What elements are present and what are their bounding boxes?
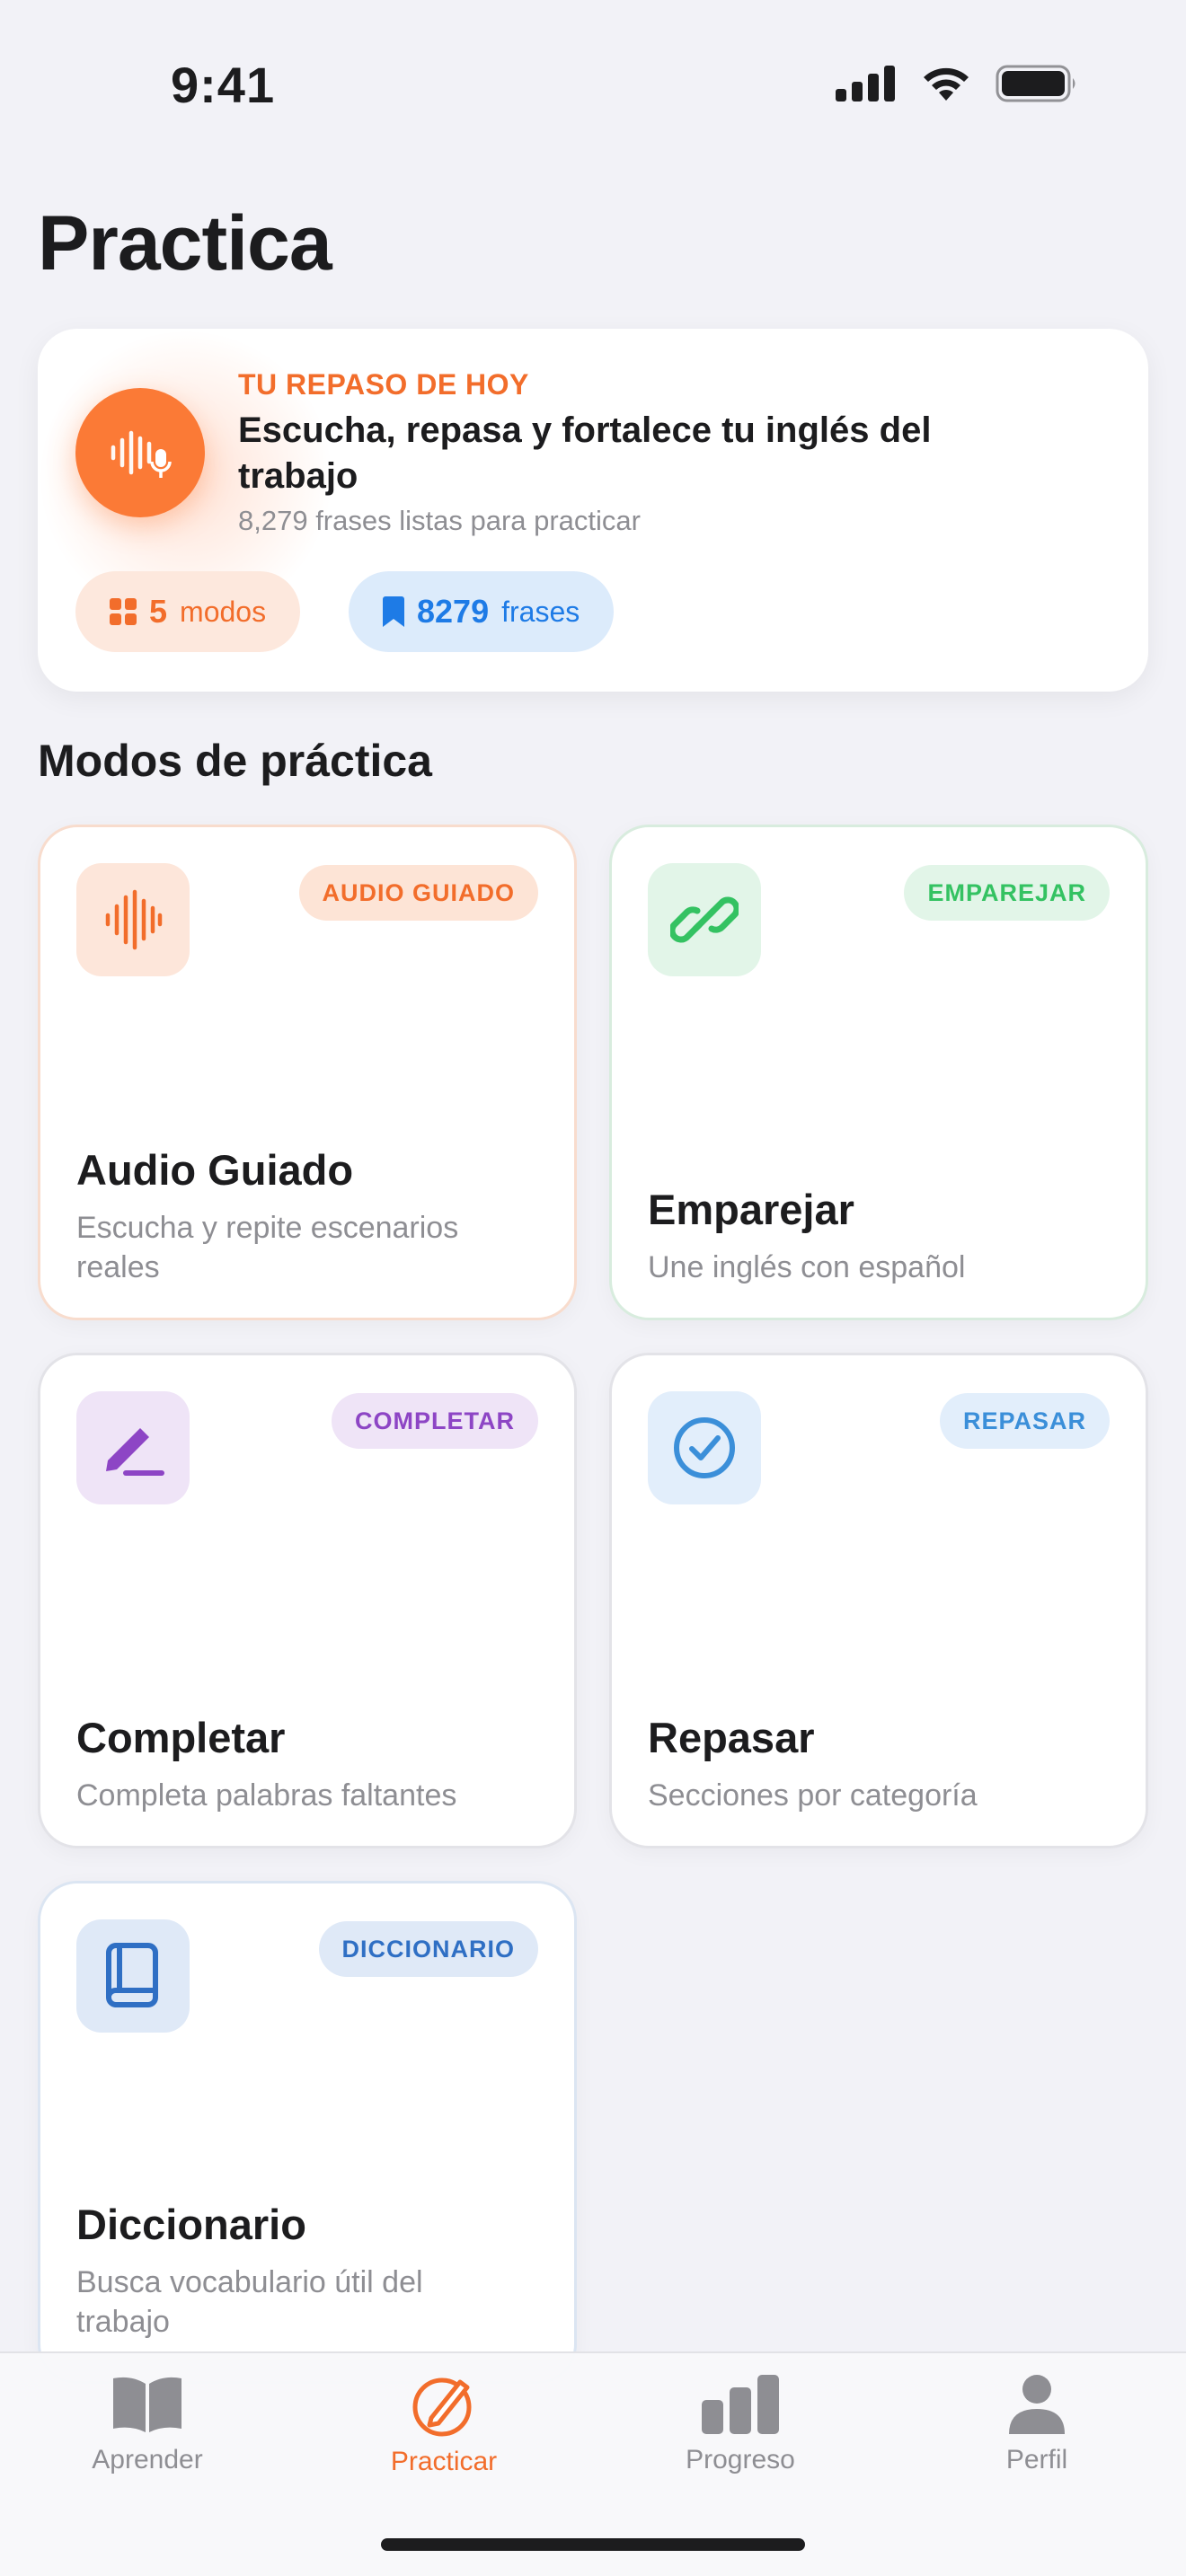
mode-description: Busca vocabulario útil del trabajo [76, 2265, 423, 2339]
hero-eyebrow: TU REPASO DE HOY [238, 368, 529, 401]
modes-label: modos [180, 595, 267, 628]
book-icon [76, 1919, 190, 2033]
section-title: Modos de práctica [38, 736, 432, 786]
pencil-circle-icon [412, 2378, 472, 2437]
mode-description: Secciones por categoría [648, 1778, 978, 1813]
tab-label: Progreso [686, 2445, 795, 2475]
mode-title: Emparejar [648, 1186, 854, 1233]
checkmark-circle-icon [648, 1391, 761, 1504]
mode-card-audio-guiado[interactable]: AUDIO GUIADO Audio Guiado Escucha y repi… [38, 825, 577, 1320]
mode-title: Repasar [648, 1714, 815, 1761]
phrases-label: frases [501, 595, 580, 628]
mode-title: Completar [76, 1714, 286, 1761]
practice-screen: 9:41 Practica TU REPASO DE HOY Escucha, … [0, 0, 1186, 2576]
tab-practicar[interactable]: Practicar [327, 2373, 561, 2477]
mode-card-diccionario[interactable]: DICCIONARIO Diccionario Busca vocabulari… [38, 1881, 577, 2384]
bar-chart-icon [702, 2375, 779, 2434]
mode-description: Escucha y repite escenarios reales [76, 1211, 459, 1284]
hero-title: Escucha, repasa y fortalece tu inglés de… [238, 410, 932, 496]
page-title: Practica [38, 200, 332, 287]
status-bar: 9:41 [0, 0, 1186, 171]
person-icon [1009, 2375, 1065, 2434]
mode-description: Completa palabras faltantes [76, 1778, 457, 1813]
wifi-icon [924, 67, 969, 101]
waveform-mic-icon [75, 388, 205, 517]
pencil-line-icon [76, 1391, 190, 1504]
bookmark-icon [383, 596, 404, 627]
link-icon [648, 863, 761, 976]
modes-count-pill[interactable]: 5 modos [75, 571, 301, 652]
mode-badge: EMPAREJAR [904, 865, 1110, 921]
status-indicators [836, 65, 1078, 102]
grid-icon [110, 598, 137, 625]
mode-badge: DICCIONARIO [318, 1921, 538, 1977]
tab-perfil[interactable]: Perfil [920, 2373, 1154, 2475]
mode-card-repasar[interactable]: REPASAR Repasar Secciones por categoría [609, 1353, 1148, 1848]
daily-review-card[interactable]: TU REPASO DE HOY Escucha, repasa y forta… [38, 329, 1148, 692]
tab-progreso[interactable]: Progreso [624, 2373, 857, 2475]
mode-description: Une inglés con español [648, 1250, 966, 1284]
mode-badge: COMPLETAR [332, 1393, 538, 1449]
tab-label: Perfil [1005, 2445, 1068, 2475]
tab-label: Practicar [390, 2447, 498, 2476]
mode-card-completar[interactable]: COMPLETAR Completar Completa palabras fa… [38, 1353, 577, 1848]
battery-icon [996, 65, 1075, 102]
tab-label: Aprender [92, 2445, 203, 2475]
modes-count: 5 [149, 593, 168, 630]
phrases-count: 8279 [417, 593, 490, 630]
book-open-icon [113, 2377, 181, 2432]
mode-card-emparejar[interactable]: EMPAREJAR Emparejar Une inglés con españ… [609, 825, 1148, 1320]
mode-badge: REPASAR [939, 1393, 1110, 1449]
hero-subtitle: 8,279 frases listas para practicar [238, 505, 641, 536]
tab-aprender[interactable]: Aprender [31, 2373, 264, 2475]
mode-title: Diccionario [76, 2201, 306, 2248]
cellular-signal-icon [836, 66, 895, 101]
waveform-icon [76, 863, 190, 976]
home-indicator[interactable] [381, 2538, 805, 2551]
phrases-count-pill[interactable]: 8279 frases [349, 571, 615, 652]
status-time: 9:41 [171, 57, 276, 113]
mode-title: Audio Guiado [76, 1146, 354, 1194]
mode-badge: AUDIO GUIADO [298, 865, 538, 921]
